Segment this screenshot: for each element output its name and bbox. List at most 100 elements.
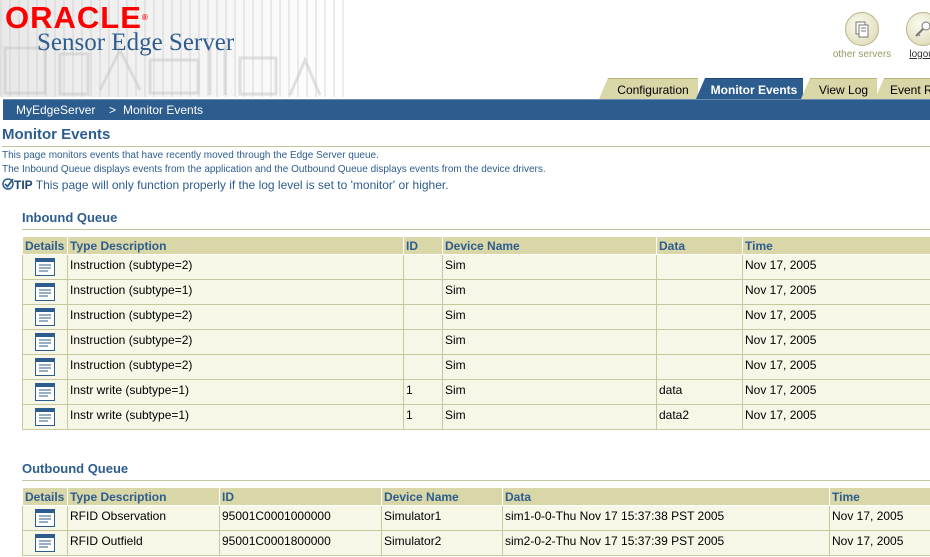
table-header-row: Details Type Description ID Device Name … xyxy=(22,487,930,506)
other-servers-link[interactable]: other servers xyxy=(829,12,895,60)
details-icon[interactable] xyxy=(35,308,55,326)
inbound-queue-table: Details Type Description ID Device Name … xyxy=(22,236,930,430)
id-cell: 95001C0001000000 xyxy=(219,505,382,531)
time-cell: Nov 17, 2005 xyxy=(742,329,930,355)
servers-icon xyxy=(845,12,879,46)
key-icon xyxy=(906,12,930,46)
details-icon[interactable] xyxy=(35,408,55,426)
details-cell xyxy=(22,379,68,405)
breadcrumb-server[interactable]: MyEdgeServer xyxy=(16,100,95,120)
data-cell xyxy=(656,279,743,305)
column-header-time[interactable]: Time xyxy=(742,236,930,255)
id-cell xyxy=(403,279,443,305)
type-cell: Instruction (subtype=1) xyxy=(67,279,404,305)
details-icon[interactable] xyxy=(35,383,55,401)
details-cell xyxy=(22,505,68,531)
outbound-divider xyxy=(22,480,930,481)
tab-monitor-events[interactable]: Monitor Events xyxy=(696,78,803,99)
column-header-details: Details xyxy=(22,236,68,255)
page-title: Monitor Events xyxy=(2,126,111,143)
id-cell: 1 xyxy=(403,379,443,405)
title-divider xyxy=(2,146,930,147)
device-cell: Sim xyxy=(442,404,657,430)
breadcrumb-current: Monitor Events xyxy=(123,103,204,117)
id-cell xyxy=(403,254,443,280)
tip-text: This page will only function properly if… xyxy=(32,178,449,192)
product-name: Sensor Edge Server xyxy=(37,29,235,56)
column-header-type[interactable]: Type Description xyxy=(67,236,404,255)
other-servers-label[interactable]: other servers xyxy=(829,49,895,60)
details-cell xyxy=(22,354,68,380)
details-cell xyxy=(22,254,68,280)
id-cell xyxy=(403,329,443,355)
time-cell: Nov 17, 2005 xyxy=(742,279,930,305)
details-icon[interactable] xyxy=(35,358,55,376)
table-row: RFID Observation 95001C0001000000 Simulato… xyxy=(22,505,930,531)
type-cell: Instruction (subtype=2) xyxy=(67,254,404,280)
table-row: Instr write (subtype=1) 1 Sim data Nov 17, 2… xyxy=(22,379,930,405)
tip: TIP This page will only function properl… xyxy=(2,178,449,192)
header-banner: ORACLE® Sensor Edge Server xyxy=(0,0,345,97)
data-cell xyxy=(656,254,743,280)
table-header-row: Details Type Description ID Device Name … xyxy=(22,236,930,255)
page-description-1: This page monitors events that have rece… xyxy=(2,150,379,161)
details-icon[interactable] xyxy=(35,258,55,276)
details-cell xyxy=(22,404,68,430)
details-cell xyxy=(22,279,68,305)
id-cell xyxy=(403,354,443,380)
column-header-device[interactable]: Device Name xyxy=(442,236,657,255)
device-cell: Sim xyxy=(442,329,657,355)
column-header-id[interactable]: ID xyxy=(403,236,443,255)
details-icon[interactable] xyxy=(35,333,55,351)
details-cell xyxy=(22,329,68,355)
page-description-2: The Inbound Queue displays events from t… xyxy=(2,164,546,175)
column-header-device[interactable]: Device Name xyxy=(381,487,503,506)
inbound-divider xyxy=(22,229,930,230)
breadcrumb-separator: > xyxy=(109,103,117,117)
data-cell xyxy=(656,304,743,330)
data-cell xyxy=(656,354,743,380)
details-icon[interactable] xyxy=(35,509,55,527)
device-cell: Sim xyxy=(442,379,657,405)
table-row: Instruction (subtype=2) Sim Nov 17, 2005 xyxy=(22,329,930,355)
device-cell: Sim xyxy=(442,279,657,305)
logout-link[interactable]: logout xyxy=(903,12,930,60)
column-header-time[interactable]: Time xyxy=(829,487,930,506)
table-row: Instruction (subtype=2) Sim Nov 17, 2005 xyxy=(22,254,930,280)
details-cell xyxy=(22,530,68,556)
tab-event-r[interactable]: Event R xyxy=(875,78,930,99)
type-cell: Instruction (subtype=2) xyxy=(67,329,404,355)
tab-view-log[interactable]: View Log xyxy=(801,78,877,99)
breadcrumb: MyEdgeServer > Monitor Events xyxy=(3,99,930,120)
type-cell: Instruction (subtype=2) xyxy=(67,354,404,380)
time-cell: Nov 17, 2005 xyxy=(829,505,930,531)
time-cell: Nov 17, 2005 xyxy=(742,379,930,405)
details-icon[interactable] xyxy=(35,283,55,301)
tab-configuration[interactable]: Configuration xyxy=(599,78,698,99)
column-header-data[interactable]: Data xyxy=(656,236,743,255)
type-cell: Instr write (subtype=1) xyxy=(67,379,404,405)
column-header-id[interactable]: ID xyxy=(219,487,382,506)
check-icon xyxy=(2,178,14,190)
type-cell: RFID Observation xyxy=(67,505,220,531)
id-cell: 95001C0001800000 xyxy=(219,530,382,556)
id-cell xyxy=(403,304,443,330)
table-row: Instruction (subtype=2) Sim Nov 17, 2005 xyxy=(22,304,930,330)
column-header-type[interactable]: Type Description xyxy=(67,487,220,506)
type-cell: Instr write (subtype=1) xyxy=(67,404,404,430)
details-cell xyxy=(22,304,68,330)
type-cell: Instruction (subtype=2) xyxy=(67,304,404,330)
data-cell: sim1-0-0-Thu Nov 17 15:37:38 PST 2005 xyxy=(502,505,830,531)
outbound-queue-title: Outbound Queue xyxy=(22,461,129,476)
inbound-queue-title: Inbound Queue xyxy=(22,210,118,225)
id-cell: 1 xyxy=(403,404,443,430)
column-header-data[interactable]: Data xyxy=(502,487,830,506)
data-cell: sim2-0-2-Thu Nov 17 15:37:39 PST 2005 xyxy=(502,530,830,556)
logout-label[interactable]: logout xyxy=(903,49,930,60)
table-row: Instruction (subtype=2) Sim Nov 17, 2005 xyxy=(22,354,930,380)
details-icon[interactable] xyxy=(35,534,55,552)
time-cell: Nov 17, 2005 xyxy=(829,530,930,556)
tip-label: TIP xyxy=(14,178,33,192)
device-cell: Sim xyxy=(442,354,657,380)
time-cell: Nov 17, 2005 xyxy=(742,404,930,430)
